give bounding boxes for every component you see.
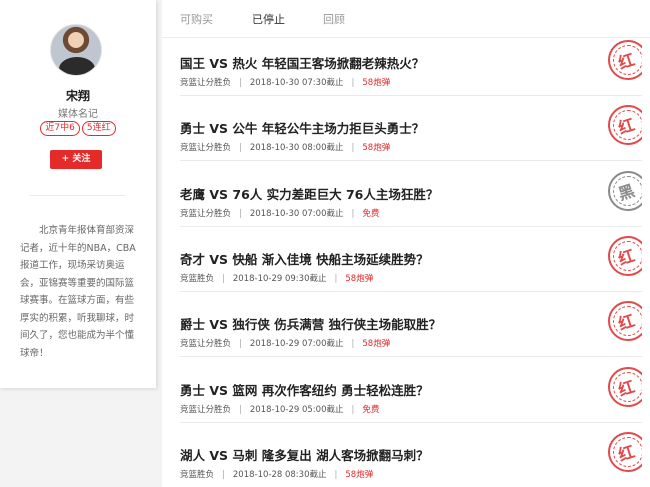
result-stamp-icon: 红 xyxy=(604,430,642,472)
article-title[interactable]: 奇才 VS 快船 渐入佳境 快船主场延续胜势？ xyxy=(180,249,429,268)
article-title[interactable]: 老鹰 VS 76人 实力差距巨大 76人主场狂胜？ xyxy=(180,184,438,203)
price: 58炮弹 xyxy=(362,143,391,154)
article-meta: 竞篮让分胜负 | 2018-10-30 07:30截止 | 58炮弹 xyxy=(180,76,390,88)
article-meta: 竞篮让分胜负 | 2018-10-29 05:00截止 | 免费 xyxy=(180,403,379,415)
bet-type: 竞篮让分胜负 xyxy=(180,339,232,350)
streak-badge: 5连红 xyxy=(81,121,116,136)
list-item[interactable]: 湖人 VS 马刺 隆多复出 湖人客场掀翻马刺？ 竞篮胜负 | 2018-10-28 … xyxy=(180,430,642,487)
tab-review[interactable]: 回顾 xyxy=(323,11,345,27)
result-stamp-text: 红 xyxy=(615,115,638,139)
result-stamp-text: 红 xyxy=(615,245,638,269)
price: 免费 xyxy=(362,404,380,415)
separator: | xyxy=(334,469,338,480)
article-title[interactable]: 爵士 VS 独行侠 伤兵满营 独行侠主场能取胜？ xyxy=(180,314,441,333)
separator: | xyxy=(222,469,225,480)
separator: | xyxy=(222,273,225,284)
article-title[interactable]: 国王 VS 热火 年轻国王客场掀翻老辣热火？ xyxy=(180,53,424,72)
bet-type: 竞篮让分胜负 xyxy=(180,208,232,219)
result-stamp-icon: 红 xyxy=(604,103,642,146)
result-stamp-text: 红 xyxy=(615,311,638,335)
article-title[interactable]: 勇士 VS 篮网 再次作客纽约 勇士轻松连胜？ xyxy=(180,380,429,399)
result-stamp-icon: 红 xyxy=(604,365,642,407)
article-list-panel: 可购买 已停止 回顾 国王 VS 热火 年轻国王客场掀翻老辣热火？ 竞篮让分胜负… xyxy=(162,0,650,487)
separator: | xyxy=(239,404,242,415)
deadline: 2018-10-29 05:00截止 xyxy=(249,404,344,415)
result-stamp-icon: 红 xyxy=(604,234,642,276)
deadline: 2018-10-30 07:00截止 xyxy=(249,208,344,219)
bet-type: 竞篮让分胜负 xyxy=(180,143,232,154)
article-meta: 竞篮让分胜负 | 2018-10-29 07:00截止 | 58炮弹 xyxy=(180,337,390,349)
separator: | xyxy=(239,78,242,88)
result-stamp-text: 黑 xyxy=(615,180,638,204)
result-stamp-text: 红 xyxy=(615,441,638,465)
avatar[interactable] xyxy=(50,24,102,76)
author-bio: 北京青年报体育部资深记者，近十年的NBA，CBA报道工作，现场采访奥运会，亚锦赛… xyxy=(20,225,136,359)
status-tabs: 可购买 已停止 回顾 xyxy=(162,0,650,38)
article-title[interactable]: 湖人 VS 马刺 隆多复出 湖人客场掀翻马刺？ xyxy=(180,445,429,464)
list-item[interactable]: 老鹰 VS 76人 实力差距巨大 76人主场狂胜？ 竞篮让分胜负 | 2018-10… xyxy=(180,169,642,227)
deadline: 2018-10-30 07:30截止 xyxy=(249,78,344,88)
separator: | xyxy=(351,404,355,415)
tab-stopped[interactable]: 已停止 xyxy=(252,11,285,27)
separator: | xyxy=(351,78,355,88)
article-meta: 竞篮胜负 | 2018-10-29 09:30截止 | 58炮弹 xyxy=(180,272,373,284)
divider xyxy=(30,195,126,196)
result-stamp-icon: 红 xyxy=(604,299,642,342)
article-title[interactable]: 勇士 VS 公牛 年轻公牛主场力拒巨头勇士？ xyxy=(180,118,424,137)
deadline: 2018-10-30 08:00截止 xyxy=(249,143,344,154)
price: 免费 xyxy=(362,208,380,219)
follow-button[interactable]: + 关注 xyxy=(50,150,102,169)
list-item[interactable]: 国王 VS 热火 年轻国王客场掀翻老辣热火？ 竞篮让分胜负 | 2018-10-30… xyxy=(180,38,642,96)
article-meta: 竞篮让分胜负 | 2018-10-30 08:00截止 | 58炮弹 xyxy=(180,141,390,153)
author-profile-card: 宋翔 媒体名记 近7中6 5连红 + 关注 北京青年报体育部资深记者，近十年的N… xyxy=(0,0,156,388)
bet-type: 竞篮让分胜负 xyxy=(180,78,232,88)
result-stamp-icon: 黑 xyxy=(604,169,642,211)
separator: | xyxy=(351,208,355,219)
list-item[interactable]: 奇才 VS 快船 渐入佳境 快船主场延续胜势？ 竞篮胜负 | 2018-10-29 … xyxy=(180,234,642,292)
tab-purchasable[interactable]: 可购买 xyxy=(180,11,213,27)
author-name[interactable]: 宋翔 xyxy=(0,87,156,104)
list-item[interactable]: 勇士 VS 公牛 年轻公牛主场力拒巨头勇士？ 竞篮让分胜负 | 2018-10-30… xyxy=(180,103,642,162)
separator: | xyxy=(239,143,242,154)
bet-type: 竞篮胜负 xyxy=(180,469,215,480)
article-meta: 竞篮胜负 | 2018-10-28 08:30截止 | 58炮弹 xyxy=(180,468,373,480)
price: 58炮弹 xyxy=(345,469,374,480)
separator: | xyxy=(351,143,355,154)
article-meta: 竞篮让分胜负 | 2018-10-30 07:00截止 | 免费 xyxy=(180,207,379,219)
deadline: 2018-10-29 09:30截止 xyxy=(232,273,327,284)
separator: | xyxy=(334,273,338,284)
result-stamp-text: 红 xyxy=(615,376,638,400)
record-badge: 近7中6 xyxy=(40,121,80,136)
list-item[interactable]: 勇士 VS 篮网 再次作客纽约 勇士轻松连胜？ 竞篮让分胜负 | 2018-10-2… xyxy=(180,365,642,423)
separator: | xyxy=(239,339,242,350)
bet-type: 竞篮胜负 xyxy=(180,273,215,284)
price: 58炮弹 xyxy=(362,339,391,350)
price: 58炮弹 xyxy=(345,273,374,284)
separator: | xyxy=(351,339,355,350)
separator: | xyxy=(239,208,242,219)
deadline: 2018-10-29 07:00截止 xyxy=(249,339,344,350)
bet-type: 竞篮让分胜负 xyxy=(180,404,232,415)
author-title: 媒体名记 xyxy=(58,109,98,120)
deadline: 2018-10-28 08:30截止 xyxy=(232,469,327,480)
list-item[interactable]: 爵士 VS 独行侠 伤兵满营 独行侠主场能取胜？ 竞篮让分胜负 | 2018-10-… xyxy=(180,299,642,358)
result-stamp-text: 红 xyxy=(615,49,638,73)
price: 58炮弹 xyxy=(362,78,391,88)
result-stamp-icon: 红 xyxy=(604,38,642,80)
author-badges: 近7中6 5连红 xyxy=(0,121,156,136)
